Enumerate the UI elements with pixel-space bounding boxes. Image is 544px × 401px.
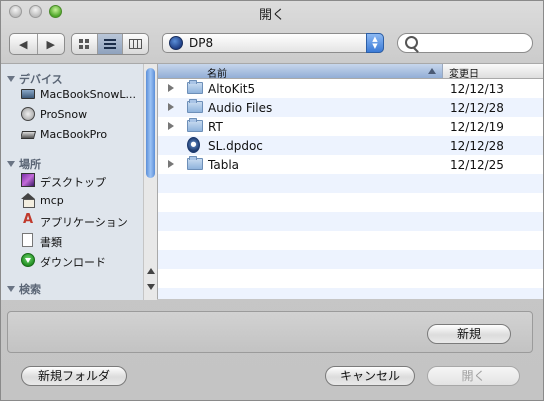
laptop-small-icon [21, 131, 37, 139]
document-icon [187, 137, 200, 153]
icon-view-button[interactable] [72, 34, 98, 54]
disk-icon [169, 36, 183, 50]
folder-icon [187, 118, 203, 132]
sidebar-item-downloads[interactable]: ダウンロード [21, 252, 141, 270]
sidebar-section-places[interactable]: 場所 [7, 156, 41, 172]
date-column-header[interactable]: 変更日 [449, 65, 479, 80]
file-row[interactable]: AltoKit5 12/12/13 [158, 79, 543, 98]
file-row[interactable]: SL.dpdoc 12/12/28 [158, 136, 543, 155]
file-row[interactable]: RT 12/12/19 [158, 117, 543, 136]
toolbar: ◀ ▶ DP8 ▲ ▼ [1, 23, 543, 63]
sidebar-item-documents[interactable]: 書類 [21, 232, 141, 250]
scroll-down-arrow-icon[interactable] [147, 284, 155, 290]
disclosure-triangle-icon[interactable] [168, 103, 174, 111]
disclosure-triangle-icon [7, 76, 15, 82]
list-view-button[interactable] [97, 34, 124, 54]
title-bar: 開く [1, 1, 543, 23]
empty-list-area[interactable] [158, 174, 543, 299]
disclosure-triangle-icon [7, 161, 15, 167]
open-button[interactable]: 開く [427, 366, 520, 386]
icon-view-icon [78, 38, 89, 49]
sidebar-scroll-thumb[interactable] [146, 68, 155, 178]
new-button[interactable]: 新規 [427, 324, 511, 344]
sidebar-scrollbar[interactable] [143, 64, 157, 300]
back-forward-control: ◀ ▶ [9, 33, 65, 55]
sidebar-item-macbooksnowl[interactable]: MacBookSnowL... [21, 86, 141, 104]
empty-row-stripe [158, 174, 543, 193]
column-header: 名前 変更日 [158, 64, 543, 80]
file-rows: AltoKit5 12/12/13 Audio Files 12/12/28 R… [158, 79, 543, 174]
sidebar: デバイス MacBookSnowL... ProSnow MacBookPro … [1, 63, 157, 300]
sidebar-section-search[interactable]: 検索 [7, 281, 41, 297]
window-title: 開く [258, 8, 285, 23]
applications-icon: A [22, 212, 34, 227]
empty-row-stripe [158, 269, 543, 288]
empty-row-stripe [158, 250, 543, 269]
accessory-panel: 新規 [7, 311, 533, 353]
forward-arrow-icon: ▶ [46, 37, 55, 51]
laptop-icon [21, 89, 35, 99]
documents-icon [22, 233, 33, 247]
disclosure-triangle-icon [7, 286, 15, 292]
sidebar-item-desktop[interactable]: デスクトップ [21, 172, 141, 190]
back-arrow-icon: ◀ [19, 37, 28, 51]
scroll-up-arrow-icon[interactable] [147, 268, 155, 274]
sidebar-item-home[interactable]: mcp [21, 192, 141, 210]
name-column-header[interactable]: 名前 [158, 64, 443, 80]
sort-ascending-icon [428, 68, 436, 74]
empty-row-stripe [158, 193, 543, 212]
folder-icon [187, 80, 203, 94]
empty-row-stripe [158, 231, 543, 250]
back-button[interactable]: ◀ [10, 34, 38, 54]
sidebar-section-devices[interactable]: デバイス [7, 71, 63, 87]
open-dialog-window: 開く ◀ ▶ DP8 ▲ ▼ デバイス MacBookSnowL... ProS… [0, 0, 544, 401]
empty-row-stripe [158, 212, 543, 231]
file-row[interactable]: Tabla 12/12/25 [158, 155, 543, 174]
desktop-icon [21, 173, 35, 187]
disclosure-triangle-icon[interactable] [168, 84, 174, 92]
search-icon [405, 36, 418, 49]
cancel-button[interactable]: キャンセル [325, 366, 415, 386]
search-field[interactable] [397, 33, 533, 53]
sidebar-item-macbookpro[interactable]: MacBookPro [21, 126, 141, 144]
file-row[interactable]: Audio Files 12/12/28 [158, 98, 543, 117]
disclosure-triangle-icon[interactable] [168, 160, 174, 168]
path-popup[interactable]: DP8 ▲ ▼ [162, 33, 384, 53]
column-view-button[interactable] [123, 34, 148, 54]
file-list: 名前 変更日 AltoKit5 12/12/13 Audio Files 12/… [157, 63, 543, 299]
folder-icon [187, 156, 203, 170]
disclosure-triangle-icon[interactable] [168, 122, 174, 130]
sidebar-item-prosnow[interactable]: ProSnow [21, 106, 141, 124]
list-view-icon [104, 39, 116, 49]
disc-icon [21, 107, 35, 121]
downloads-icon [21, 253, 35, 267]
home-icon [21, 193, 35, 208]
sidebar-item-applications[interactable]: A アプリケーション [21, 212, 141, 230]
empty-row-stripe [158, 288, 543, 299]
folder-icon [187, 99, 203, 113]
forward-button[interactable]: ▶ [38, 34, 65, 54]
new-folder-button[interactable]: 新規フォルダ [21, 366, 127, 386]
path-label: DP8 [189, 36, 214, 50]
column-view-icon [129, 39, 143, 49]
view-mode-control [71, 33, 149, 55]
popup-stepper-icon: ▲ ▼ [366, 33, 384, 53]
